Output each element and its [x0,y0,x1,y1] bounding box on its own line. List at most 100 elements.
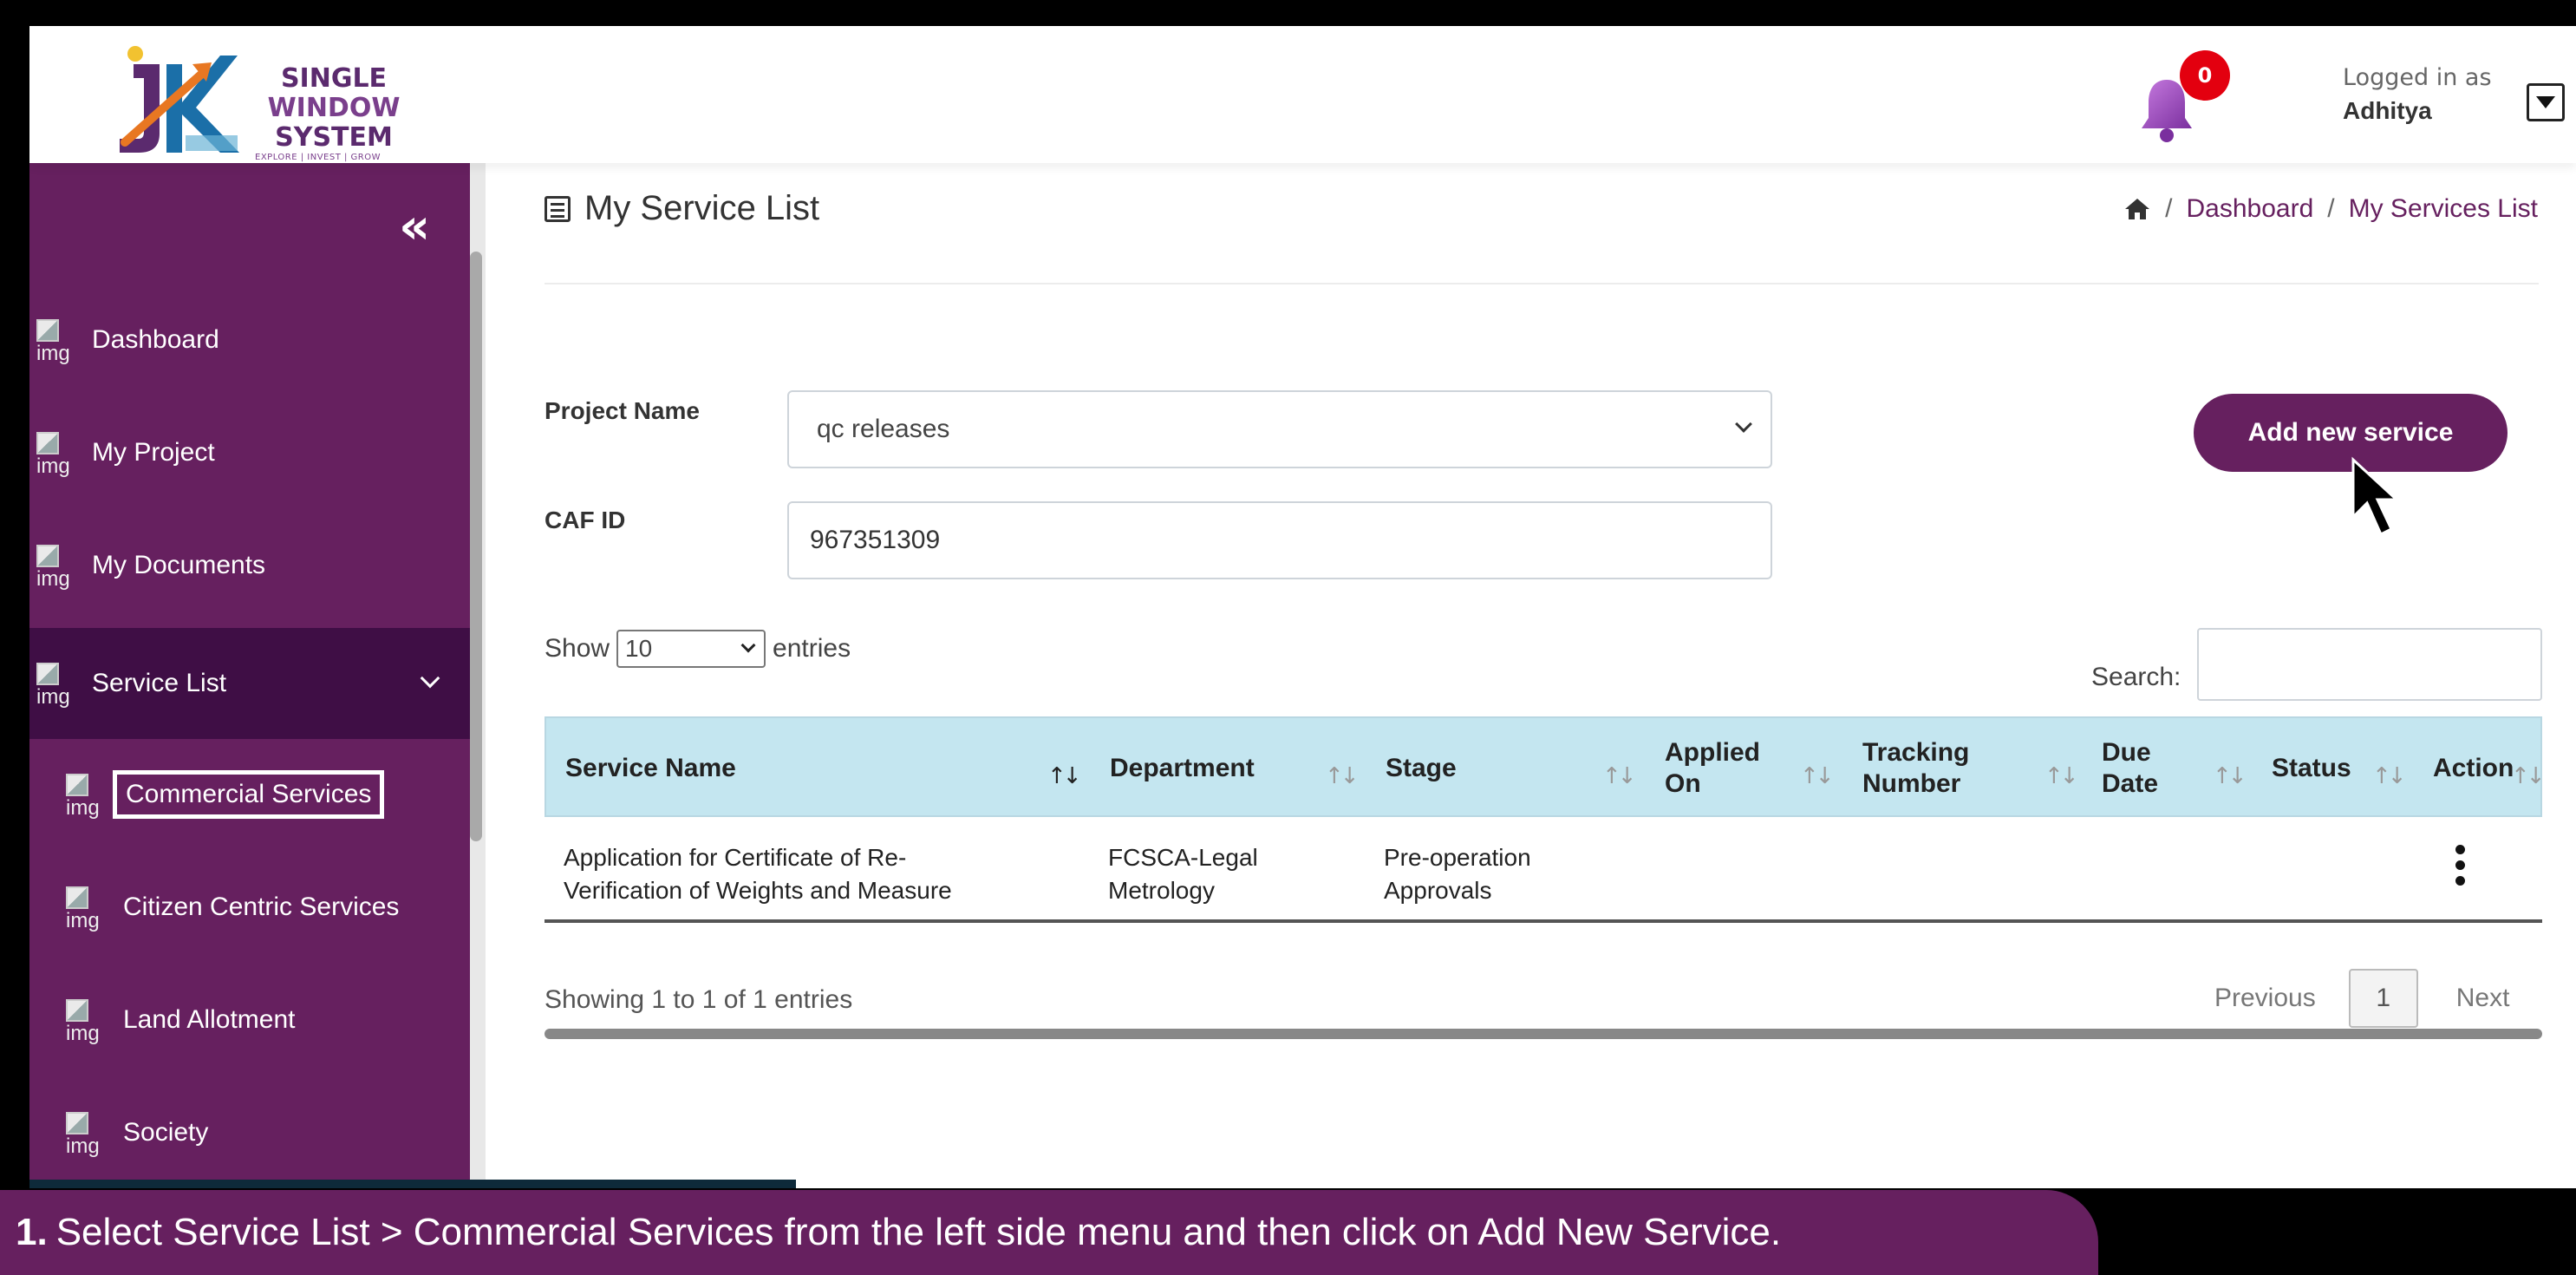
column-header-action[interactable]: Action [2433,718,2514,819]
sidebar-item-service-list[interactable]: img Service List [29,628,470,739]
notification-count-badge: 0 [2180,50,2230,101]
sidebar-item-citizen-centric-services[interactable]: img Citizen Centric Services [29,852,470,963]
entries-per-page-select[interactable]: 10 [616,630,766,668]
broken-image-icon: img [66,994,101,1046]
title-divider [545,283,2539,284]
logo-wordmark: SINGLE WINDOW SYSTEM [251,64,416,153]
logo-line-3: SYSTEM [275,122,393,153]
chevron-down-icon [1735,415,1752,433]
table-row[interactable]: Application for Certificate of Re-Verifi… [545,817,2542,923]
image-alt-text: img [36,454,70,478]
more-actions-icon[interactable] [2455,845,2466,893]
pagination-next[interactable]: Next [2456,984,2510,1013]
caption-step-number: 1. [16,1211,48,1253]
cell-department: FCSCA-Legal Metrology [1108,844,1258,904]
showing-entries-info: Showing 1 to 1 of 1 entries [545,985,853,1014]
sidebar-bottom-bar [29,1180,796,1188]
sidebar-item-label: Dashboard [92,325,219,354]
column-header-label: Due Date [2102,738,2159,798]
broken-image-icon: img [36,314,71,366]
image-alt-text: img [36,342,70,365]
sort-icon[interactable]: ↑↓ [2213,763,2247,789]
sort-icon[interactable]: ↑↓ [2372,763,2407,789]
top-header: SINGLE WINDOW SYSTEM EXPLORE | INVEST | … [29,26,2576,163]
sidebar-item-my-project[interactable]: img My Project [29,397,470,508]
caption-text: Select Service List > Commercial Service… [55,1211,1782,1253]
pagination-page-1[interactable]: 1 [2348,969,2418,1028]
user-menu-dropdown[interactable] [2527,83,2565,121]
column-header-service-name[interactable]: Service Name [565,718,736,819]
column-header-due-date[interactable]: Due Date [2102,718,2188,819]
table-horizontal-scrollbar[interactable] [545,1029,2542,1039]
breadcrumb-dashboard-link[interactable]: Dashboard [2187,194,2314,224]
sort-icon[interactable]: ↑↓ [1602,763,1637,789]
breadcrumb-separator: / [2327,194,2335,223]
column-header-status[interactable]: Status [2272,718,2351,819]
sidebar-item-label: My Documents [92,551,266,579]
sidebar-item-label: Society [123,1118,209,1147]
column-header-applied-on[interactable]: Applied On [1665,718,1769,819]
chevron-down-icon [740,638,756,653]
cell-service-name: Application for Certificate of Re-Verifi… [564,844,952,904]
sidebar-item-label: My Project [92,438,215,467]
sort-icon[interactable]: ↑↓ [2044,763,2079,789]
caf-id-label: CAF ID [545,507,626,533]
project-name-select[interactable]: qc releases [787,390,1772,468]
column-header-label: Applied On [1665,738,1760,798]
search-label: Search: [2091,663,2181,691]
entries-per-page-value: 10 [625,635,653,662]
sidebar-item-land-allotment[interactable]: img Land Allotment [29,964,470,1076]
sidebar: « img Dashboard img My Project img My Do… [29,163,470,1188]
sort-icon[interactable]: ↑↓ [2511,763,2546,789]
sidebar-item-my-documents[interactable]: img My Documents [29,510,470,621]
column-header-label: Status [2272,754,2351,782]
sidebar-item-society[interactable]: img Society [29,1077,470,1188]
logged-in-label: Logged in as [2343,64,2492,91]
instruction-caption: 1. Select Service List > Commercial Serv… [0,1190,2098,1275]
sidebar-scroll-thumb[interactable] [470,252,482,841]
column-header-label: Service Name [565,754,736,782]
sidebar-item-label: Land Allotment [123,1005,296,1034]
caret-down-icon [2536,96,2555,108]
breadcrumb: / Dashboard / My Services List [2123,194,2538,224]
jk-logo-icon [120,46,239,153]
column-header-tracking-number[interactable]: Tracking Number [1862,718,1992,819]
column-header-department[interactable]: Department [1110,718,1255,819]
breadcrumb-current: My Services List [2348,194,2538,223]
logo-tagline: EXPLORE | INVEST | GROW [255,153,382,162]
broken-image-icon: img [66,1107,101,1159]
column-header-stage[interactable]: Stage [1386,718,1457,819]
search-input[interactable] [2197,628,2542,701]
sort-icon[interactable]: ↑↓ [1800,763,1835,789]
single-window-logo[interactable]: SINGLE WINDOW SYSTEM EXPLORE | INVEST | … [99,38,411,162]
project-name-label: Project Name [545,397,700,424]
broken-image-icon: img [66,881,101,933]
broken-image-icon: img [36,427,71,479]
image-alt-text: img [66,796,100,820]
column-header-label: Tracking Number [1862,738,1970,798]
breadcrumb-separator: / [2165,194,2173,223]
table-header: Service Name ↑↓ Department ↑↓ Stage ↑↓ A… [545,716,2546,819]
sidebar-item-label: Service List [92,669,227,697]
sidebar-item-label: Citizen Centric Services [123,892,400,921]
app-window: SINGLE WINDOW SYSTEM EXPLORE | INVEST | … [29,26,2576,1188]
mouse-pointer-icon [2351,456,2400,537]
pagination-previous[interactable]: Previous [2214,984,2316,1013]
image-alt-text: img [66,1022,100,1045]
list-icon [545,195,571,222]
sidebar-item-commercial-services[interactable]: img Commercial Services [29,739,470,850]
caf-id-input[interactable]: 967351309 [787,501,1772,579]
show-entries-control: Show 10 entries [545,630,851,668]
sort-icon[interactable]: ↑↓ [1047,763,1082,789]
sort-icon[interactable]: ↑↓ [1325,763,1360,789]
pagination: Previous 1 Next [2214,968,2509,1029]
entries-label: entries [773,634,851,663]
collapse-sidebar-icon[interactable]: « [399,203,430,252]
project-name-value: qc releases [817,415,950,443]
home-icon[interactable] [2123,197,2151,221]
sidebar-item-dashboard[interactable]: img Dashboard [29,284,470,396]
image-alt-text: img [36,567,70,591]
broken-image-icon: img [36,539,71,592]
page-title-text: My Service List [584,189,820,227]
column-header-label: Action [2433,754,2514,782]
